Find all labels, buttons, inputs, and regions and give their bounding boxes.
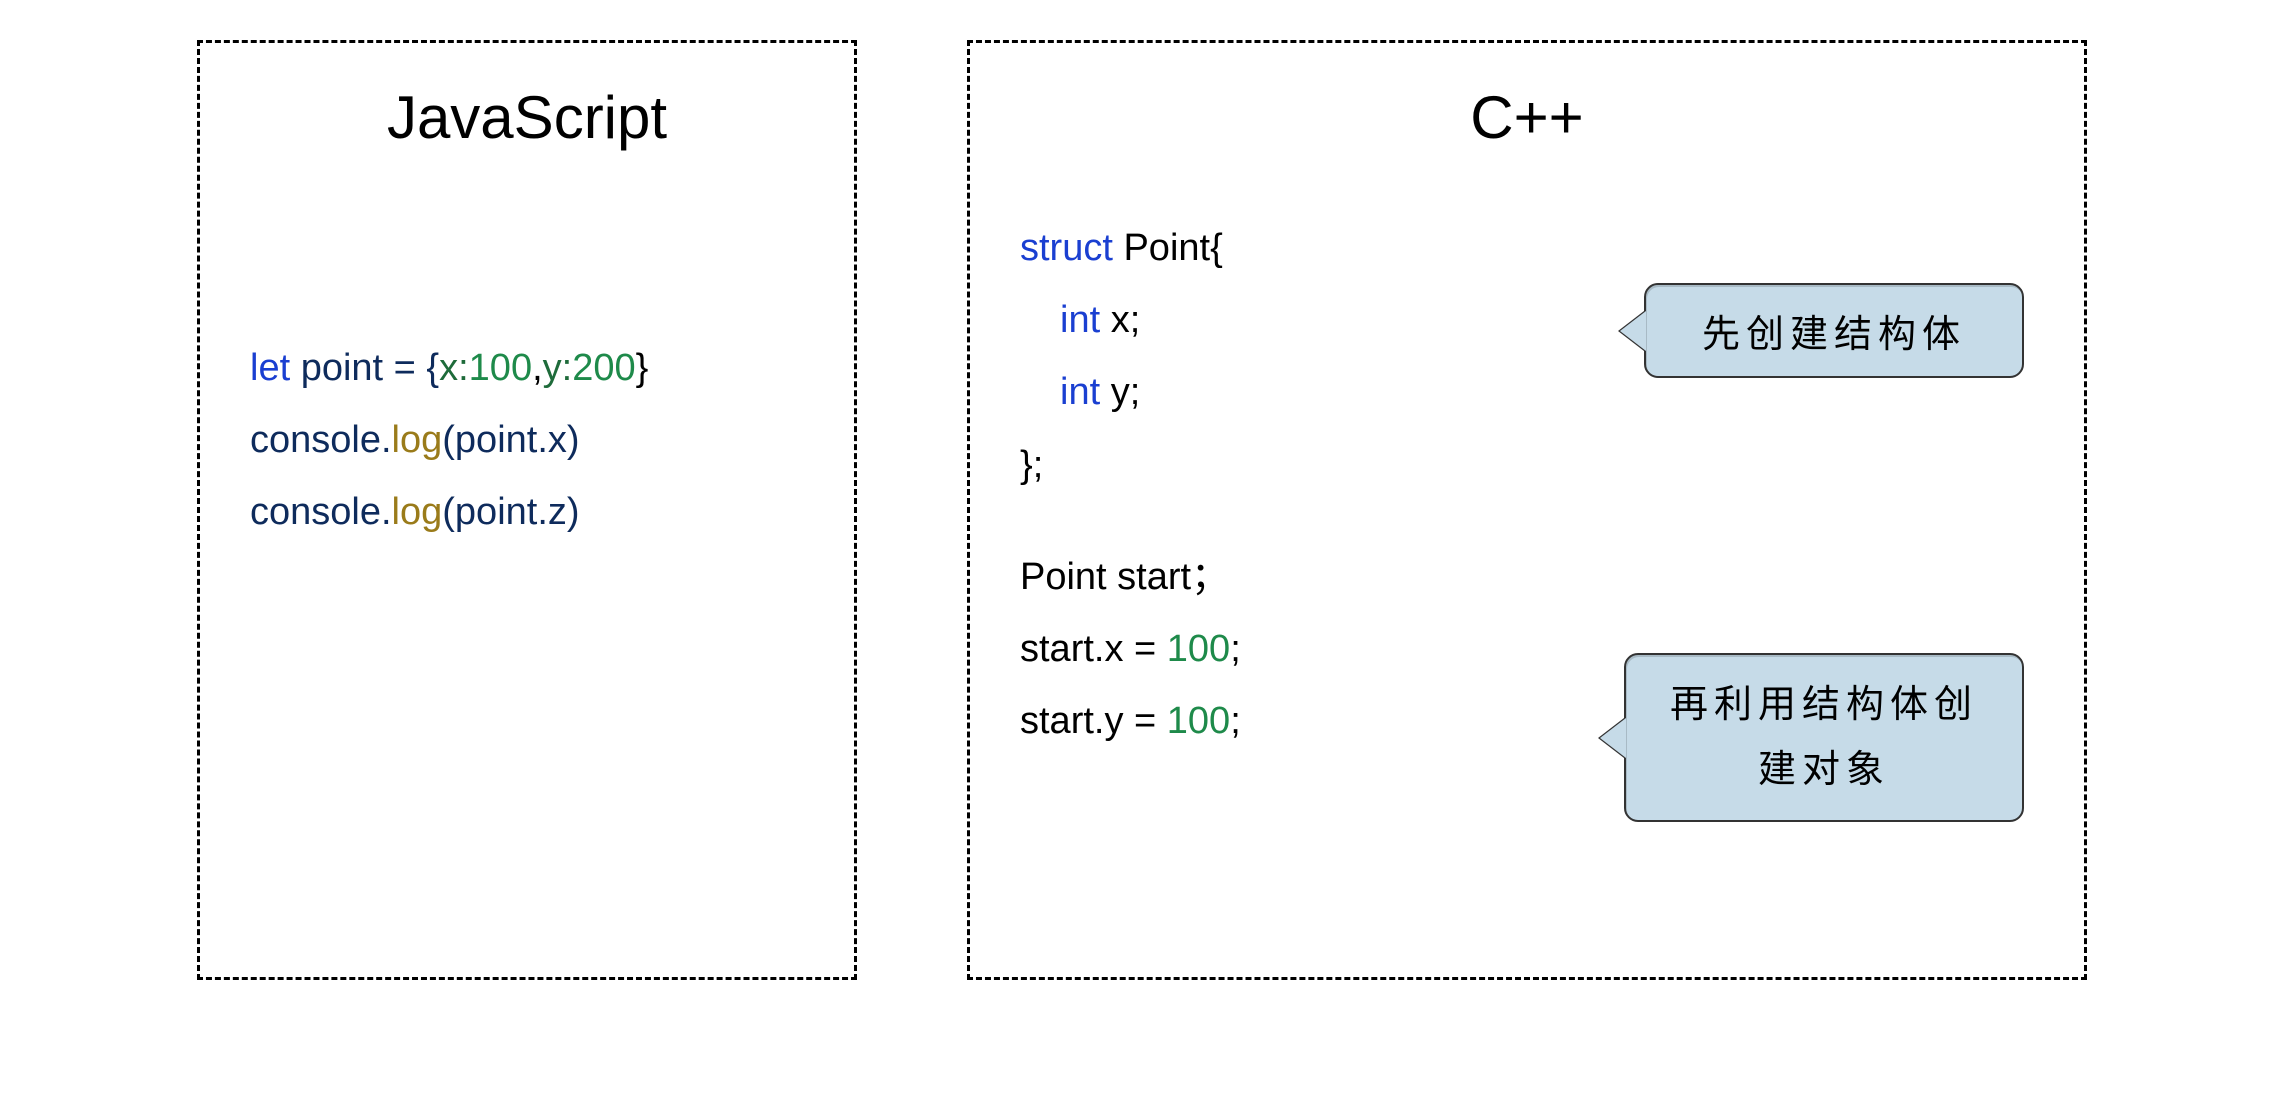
js-line-3: console.log(point.z) (250, 476, 824, 548)
token-keyword: struct (1020, 227, 1113, 269)
token-function: log (392, 419, 443, 461)
token-text: } (636, 347, 649, 389)
js-line-1: let point = {x:100,y:200} (250, 332, 824, 404)
token-text: console. (250, 491, 392, 533)
token-text: ; (1230, 628, 1241, 670)
token-function: log (392, 491, 443, 533)
token-text: start.x = (1020, 628, 1167, 670)
token-text: , (532, 347, 543, 389)
token-text: start.y = (1020, 700, 1167, 742)
token-text: (point.z) (442, 491, 579, 533)
js-line-2: console.log(point.x) (250, 404, 824, 476)
panel-title-cpp: C++ (1000, 83, 2054, 152)
token-prop: y: (543, 347, 573, 389)
token-text: point = { (290, 347, 439, 389)
cpp-struct-close: }; (1020, 429, 2054, 501)
token-keyword: int (1060, 299, 1100, 341)
callout-struct-first: 先创建结构体 (1644, 283, 2024, 378)
token-text: Point{ (1113, 227, 1223, 269)
callout-arrow-icon (1620, 311, 1646, 351)
token-number: 200 (572, 347, 635, 389)
token-text: }; (1020, 444, 1043, 486)
token-text: (point.x) (442, 419, 579, 461)
callout-text: 先创建结构体 (1702, 314, 1966, 356)
callout-arrow-icon (1600, 718, 1626, 758)
js-code-block: let point = {x:100,y:200} console.log(po… (230, 332, 824, 549)
token-keyword: int (1060, 371, 1100, 413)
token-text: console. (250, 419, 392, 461)
token-text: y; (1100, 371, 1140, 413)
token-prop: x: (439, 347, 469, 389)
panel-cpp: C++ struct Point{ int x; int y; }; Point… (967, 40, 2087, 980)
token-number: 100 (1167, 700, 1230, 742)
token-text: Point start； (1020, 556, 1229, 598)
token-text: ; (1230, 700, 1241, 742)
cpp-decl: Point start； (1020, 541, 2054, 613)
callout-text: 再利用结构体创建对象 (1670, 684, 1978, 791)
cpp-struct-open: struct Point{ (1020, 212, 2054, 284)
panel-javascript: JavaScript let point = {x:100,y:200} con… (197, 40, 857, 980)
token-number: 100 (1167, 628, 1230, 670)
token-keyword: let (250, 347, 290, 389)
panel-title-js: JavaScript (230, 83, 824, 152)
callout-create-object: 再利用结构体创建对象 (1624, 653, 2024, 822)
token-number: 100 (469, 347, 532, 389)
token-text: x; (1100, 299, 1140, 341)
